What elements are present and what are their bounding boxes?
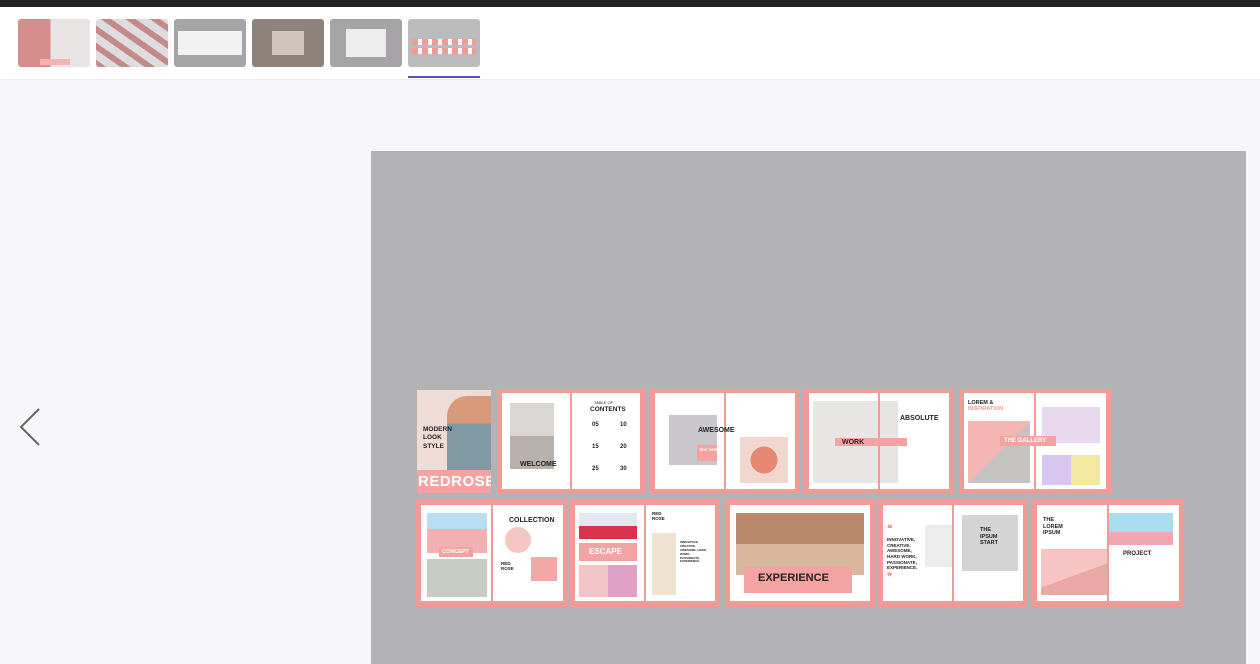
quote-page: ❝ INNOVATIVE, CREATIVE, AWESOME, HARD WO…: [883, 505, 952, 601]
toc-num-1: 05: [592, 422, 599, 428]
toc-title: CONTENTS: [590, 406, 626, 413]
escape-page: ESCAPE: [575, 505, 644, 601]
toc-num-5: 25: [592, 466, 599, 472]
project-page: PROJECT: [1109, 505, 1179, 601]
quote-text: INNOVATIVE, CREATIVE, AWESOME, HARD WORK…: [887, 537, 918, 571]
top-bar: [0, 0, 1260, 7]
inspiration-line2: INSPIRATION: [968, 406, 1004, 412]
previous-arrow-icon[interactable]: [14, 404, 46, 450]
spread-awesome: TEXT HERE AWESOME: [650, 389, 800, 494]
spread-quote: ❝ INNOVATIVE, CREATIVE, AWESOME, HARD WO…: [878, 500, 1028, 607]
experience-page: [730, 505, 870, 601]
project-title: PROJECT: [1123, 551, 1152, 557]
spread-welcome-toc: WELCOME TABLE OF CONTENTS 05 10 15 20 25…: [497, 389, 645, 494]
awesome-right-page: [726, 393, 795, 489]
spread-experience: EXPERIENCE: [725, 500, 875, 607]
escape-red-rose: RED ROSE: [652, 511, 665, 522]
spread-escape: ESCAPE RED ROSE INNOVATIVE, CREATIVE, AW…: [570, 500, 720, 607]
lorem-ipsum-title: THE LOREM IPSUM: [1043, 517, 1063, 537]
spread-gallery: LOREM & INSPIRATION THE GALLERY: [959, 389, 1111, 494]
active-thumbnail-indicator: [408, 76, 480, 78]
preview-stage: MODERN LOOK STYLE REDROSE WELCOME TABLE …: [371, 151, 1246, 664]
lorem-ipsum-page: THE LOREM IPSUM: [1037, 505, 1107, 601]
escape-title: ESCAPE: [589, 547, 622, 556]
work-title: WORK: [842, 439, 865, 446]
thumbnail-5[interactable]: [330, 19, 402, 67]
awesome-left-page: TEXT HERE: [655, 393, 724, 489]
toc-num-6: 30: [620, 466, 627, 472]
thumbnail-strip: [0, 7, 1260, 80]
ipsum-start-page: THE IPSUM START: [954, 505, 1023, 601]
welcome-title: WELCOME: [520, 461, 557, 468]
absolute-title: ABSOLUTE: [900, 415, 939, 422]
thumbnail-6[interactable]: [408, 19, 480, 67]
cover-tagline: MODERN LOOK STYLE: [423, 426, 452, 450]
concept-title: CONCEPT: [442, 548, 469, 555]
spread-collection: CONCEPT COLLECTION RED ROSE: [416, 500, 568, 607]
collection-page: COLLECTION RED ROSE: [493, 505, 563, 601]
red-rose-page: RED ROSE INNOVATIVE, CREATIVE, AWESOME, …: [646, 505, 715, 601]
gallery-title: THE GALLERY: [1004, 438, 1047, 444]
ipsum-start-title: THE IPSUM START: [980, 527, 998, 547]
welcome-page: WELCOME: [502, 393, 570, 489]
thumbnail-3[interactable]: [174, 19, 246, 67]
thumbnail-2[interactable]: [96, 19, 168, 67]
cover-page: MODERN LOOK STYLE REDROSE: [417, 390, 491, 493]
toc-num-4: 20: [620, 444, 627, 450]
spread-project: THE LOREM IPSUM PROJECT: [1032, 500, 1184, 607]
collection-red-rose: RED ROSE: [501, 561, 514, 572]
thumbnail-4[interactable]: [252, 19, 324, 67]
experience-title: EXPERIENCE: [758, 572, 829, 584]
cover-brand: REDROSE: [418, 473, 491, 490]
text-here-label: TEXT HERE: [699, 448, 719, 452]
close-quote-icon: ❞: [887, 572, 893, 583]
toc-title-small: TABLE OF: [594, 400, 614, 405]
toc-num-3: 15: [592, 444, 599, 450]
concept-page: CONCEPT: [421, 505, 491, 601]
toc-page: TABLE OF CONTENTS 05 10 15 20 25 30: [572, 393, 640, 489]
open-quote-icon: ❝: [887, 524, 893, 535]
awesome-title: AWESOME: [698, 427, 735, 434]
escape-innovative: INNOVATIVE, CREATIVE, AWESOME, HARD WORK…: [680, 540, 707, 564]
spread-work: ABSOLUTE WORK: [804, 389, 954, 494]
toc-num-2: 10: [620, 422, 627, 428]
collection-title: COLLECTION: [509, 517, 555, 524]
thumbnail-1[interactable]: [18, 19, 90, 67]
